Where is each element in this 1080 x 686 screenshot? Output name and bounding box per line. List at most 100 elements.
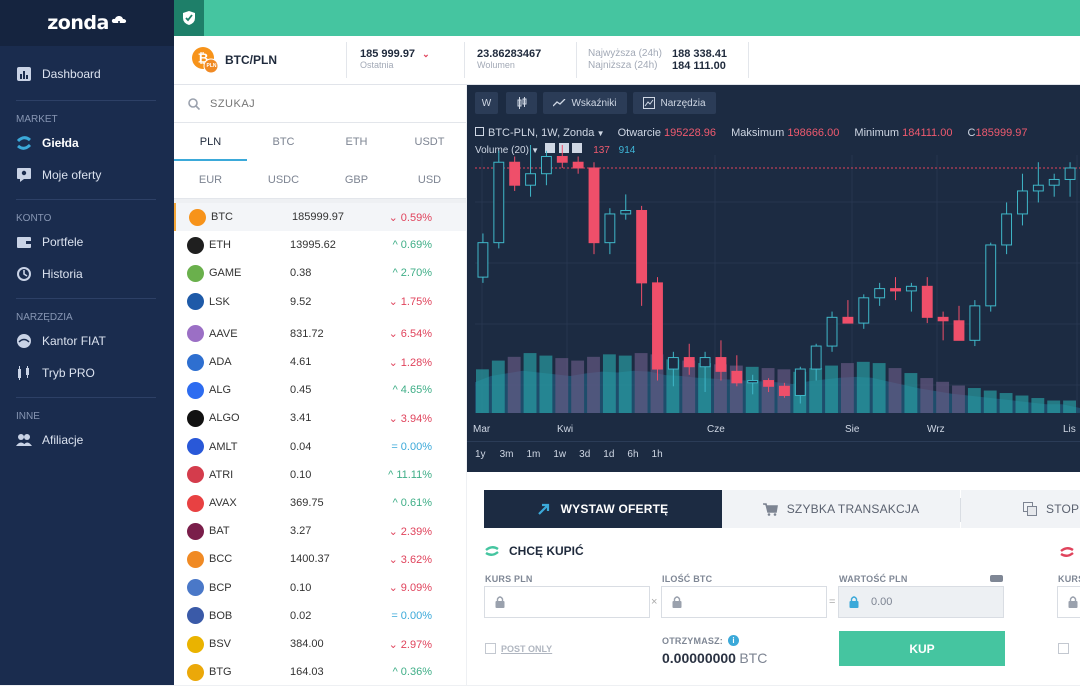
- range-6h[interactable]: 6h: [627, 449, 638, 460]
- candle-body: [620, 209, 632, 215]
- range-3d[interactable]: 3d: [579, 449, 590, 460]
- buy-button[interactable]: KUP: [839, 631, 1005, 666]
- market-row-lsk[interactable]: LSK 9.52 ⌄ 1.75%: [174, 288, 466, 316]
- volume-bar: [602, 354, 616, 413]
- last-price[interactable]: 185 999.97 ⌄ Ostatnia: [360, 48, 430, 70]
- market-row-bob[interactable]: BOB 0.02 = 0.00%: [174, 602, 466, 630]
- market-change: ^ 0.69%: [393, 239, 432, 251]
- calculator-icon[interactable]: [990, 575, 1003, 582]
- candlestick-plot[interactable]: Mar Kwi Cze Sie Wrz Lis: [467, 85, 1080, 472]
- volume-bar: [840, 363, 854, 413]
- sidebar-item-moje-oferty[interactable]: Moje oferty: [0, 159, 174, 191]
- market-row-amlt[interactable]: AMLT 0.04 = 0.00%: [174, 433, 466, 461]
- rate-input[interactable]: [484, 586, 650, 618]
- market-row-alg[interactable]: ALG 0.45 ^ 4.65%: [174, 376, 466, 404]
- candle-body: [493, 161, 505, 244]
- market-symbol: BAT: [209, 525, 230, 538]
- sidebar-item-portfele[interactable]: Portfele: [0, 226, 174, 258]
- market-row-bat[interactable]: BAT 3.27 ⌄ 2.39%: [174, 517, 466, 545]
- market-change-value: 0.69%: [400, 239, 432, 252]
- market-change: ^ 11.11%: [388, 469, 432, 481]
- market-row-btg[interactable]: BTG 164.03 ^ 0.36%: [174, 658, 466, 686]
- market-pair[interactable]: BTC/PLN: [225, 53, 277, 67]
- market-row-avax[interactable]: AVAX 369.75 ^ 0.61%: [174, 489, 466, 517]
- sidebar-item-dashboard[interactable]: Dashboard: [0, 58, 174, 90]
- post-only-checkbox[interactable]: [485, 643, 496, 654]
- sell-post-only-checkbox[interactable]: [1058, 643, 1069, 657]
- volume-bar: [634, 353, 648, 413]
- search-input[interactable]: [210, 97, 410, 110]
- market-row-eth[interactable]: ETH 13995.62 ^ 0.69%: [174, 231, 466, 259]
- high-low-labels: Najwyższa (24h) Najniższa (24h): [588, 48, 662, 72]
- range-3m[interactable]: 3m: [500, 449, 514, 460]
- security-shield-icon[interactable]: [174, 0, 204, 36]
- market-change: ⌄ 2.97%: [389, 638, 432, 651]
- candle-body: [636, 209, 648, 284]
- high-24h-label: Najwyższa (24h): [588, 48, 662, 59]
- market-row-bcc[interactable]: BCC 1400.37 ⌄ 3.62%: [174, 545, 466, 573]
- users-icon: [16, 434, 32, 446]
- eth-coin-icon: [187, 236, 204, 254]
- brand-logo[interactable]: zonda: [0, 0, 174, 46]
- change-direction-icon: ⌄: [388, 582, 398, 595]
- tab-gbp[interactable]: GBP: [320, 161, 393, 199]
- tab-place-order[interactable]: WYSTAW OFERTĘ: [484, 490, 722, 528]
- tab-eur[interactable]: EUR: [174, 161, 247, 199]
- tab-btc[interactable]: BTC: [247, 123, 320, 161]
- volume-bar: [523, 353, 537, 413]
- range-1m[interactable]: 1m: [526, 449, 540, 460]
- sidebar-item-label: Historia: [42, 267, 83, 281]
- change-direction-icon: ⌄: [388, 356, 398, 369]
- range-1h[interactable]: 1h: [652, 449, 663, 460]
- volume-bar: [888, 368, 902, 413]
- info-icon[interactable]: i: [728, 635, 739, 646]
- market-change: = 0.00%: [391, 441, 432, 453]
- range-1w[interactable]: 1w: [553, 449, 566, 460]
- market-row-bcp[interactable]: BCP 0.10 ⌄ 9.09%: [174, 574, 466, 602]
- tab-quick-trade[interactable]: SZYBKA TRANSAKCJA: [722, 490, 960, 528]
- brand-cloud-icon: [111, 11, 127, 33]
- tab-usdt[interactable]: USDT: [393, 123, 466, 161]
- market-row-bsv[interactable]: BSV 384.00 ⌄ 2.97%: [174, 630, 466, 658]
- sidebar-item-gielda[interactable]: Giełda: [0, 127, 174, 159]
- volume-bar: [936, 381, 950, 413]
- tab-usd[interactable]: USD: [393, 161, 466, 199]
- sidebar-item-kantor-fiat[interactable]: Kantor FIAT: [0, 325, 174, 357]
- divider: [748, 42, 749, 78]
- lock-icon: [672, 596, 682, 608]
- range-1y[interactable]: 1y: [475, 449, 486, 460]
- sell-rate-label: KURS: [1058, 574, 1080, 584]
- market-row-atri[interactable]: ATRI 0.10 ^ 11.11%: [174, 461, 466, 489]
- market-change: ⌄ 3.62%: [389, 553, 432, 566]
- market-price: 9.52: [290, 295, 312, 308]
- market-row-btc[interactable]: BTC 185999.97 ⌄ 0.59%: [174, 203, 466, 231]
- candle-body: [683, 357, 695, 368]
- market-change: = 0.00%: [391, 610, 432, 622]
- tab-usdc[interactable]: USDC: [247, 161, 320, 199]
- value-input[interactable]: 0.00: [838, 586, 1004, 618]
- market-row-algo[interactable]: ALGO 3.41 ⌄ 3.94%: [174, 404, 466, 432]
- candle-body: [525, 173, 536, 186]
- sell-rate-input[interactable]: [1057, 586, 1080, 618]
- market-row-ada[interactable]: ADA 4.61 ⌄ 1.28%: [174, 348, 466, 376]
- amount-input[interactable]: [661, 586, 827, 618]
- market-price: 185999.97: [292, 211, 344, 223]
- volume-bar: [983, 390, 997, 413]
- candle-body: [1017, 190, 1028, 215]
- market-change-value: 0.36%: [400, 666, 432, 679]
- post-only-option[interactable]: POST ONLY: [485, 643, 552, 654]
- last-price-label: Ostatnia: [360, 60, 394, 70]
- market-row-game[interactable]: GAME 0.38 ^ 2.70%: [174, 259, 466, 287]
- post-only-label: POST ONLY: [501, 643, 553, 654]
- tab-stop[interactable]: STOP: [961, 490, 1080, 528]
- sidebar-item-tryb-pro[interactable]: Tryb PRO: [0, 357, 174, 389]
- range-1d[interactable]: 1d: [603, 449, 614, 460]
- tab-pln[interactable]: PLN: [174, 123, 247, 161]
- volume-bar: [555, 358, 569, 413]
- candle-body: [985, 244, 997, 307]
- sidebar-item-afiliacje[interactable]: Afiliacje: [0, 424, 174, 456]
- market-row-aave[interactable]: AAVE 831.72 ⌄ 6.54%: [174, 320, 466, 348]
- change-direction-icon: ⌄: [388, 328, 398, 341]
- tab-eth[interactable]: ETH: [320, 123, 393, 161]
- sidebar-item-historia[interactable]: Historia: [0, 258, 174, 290]
